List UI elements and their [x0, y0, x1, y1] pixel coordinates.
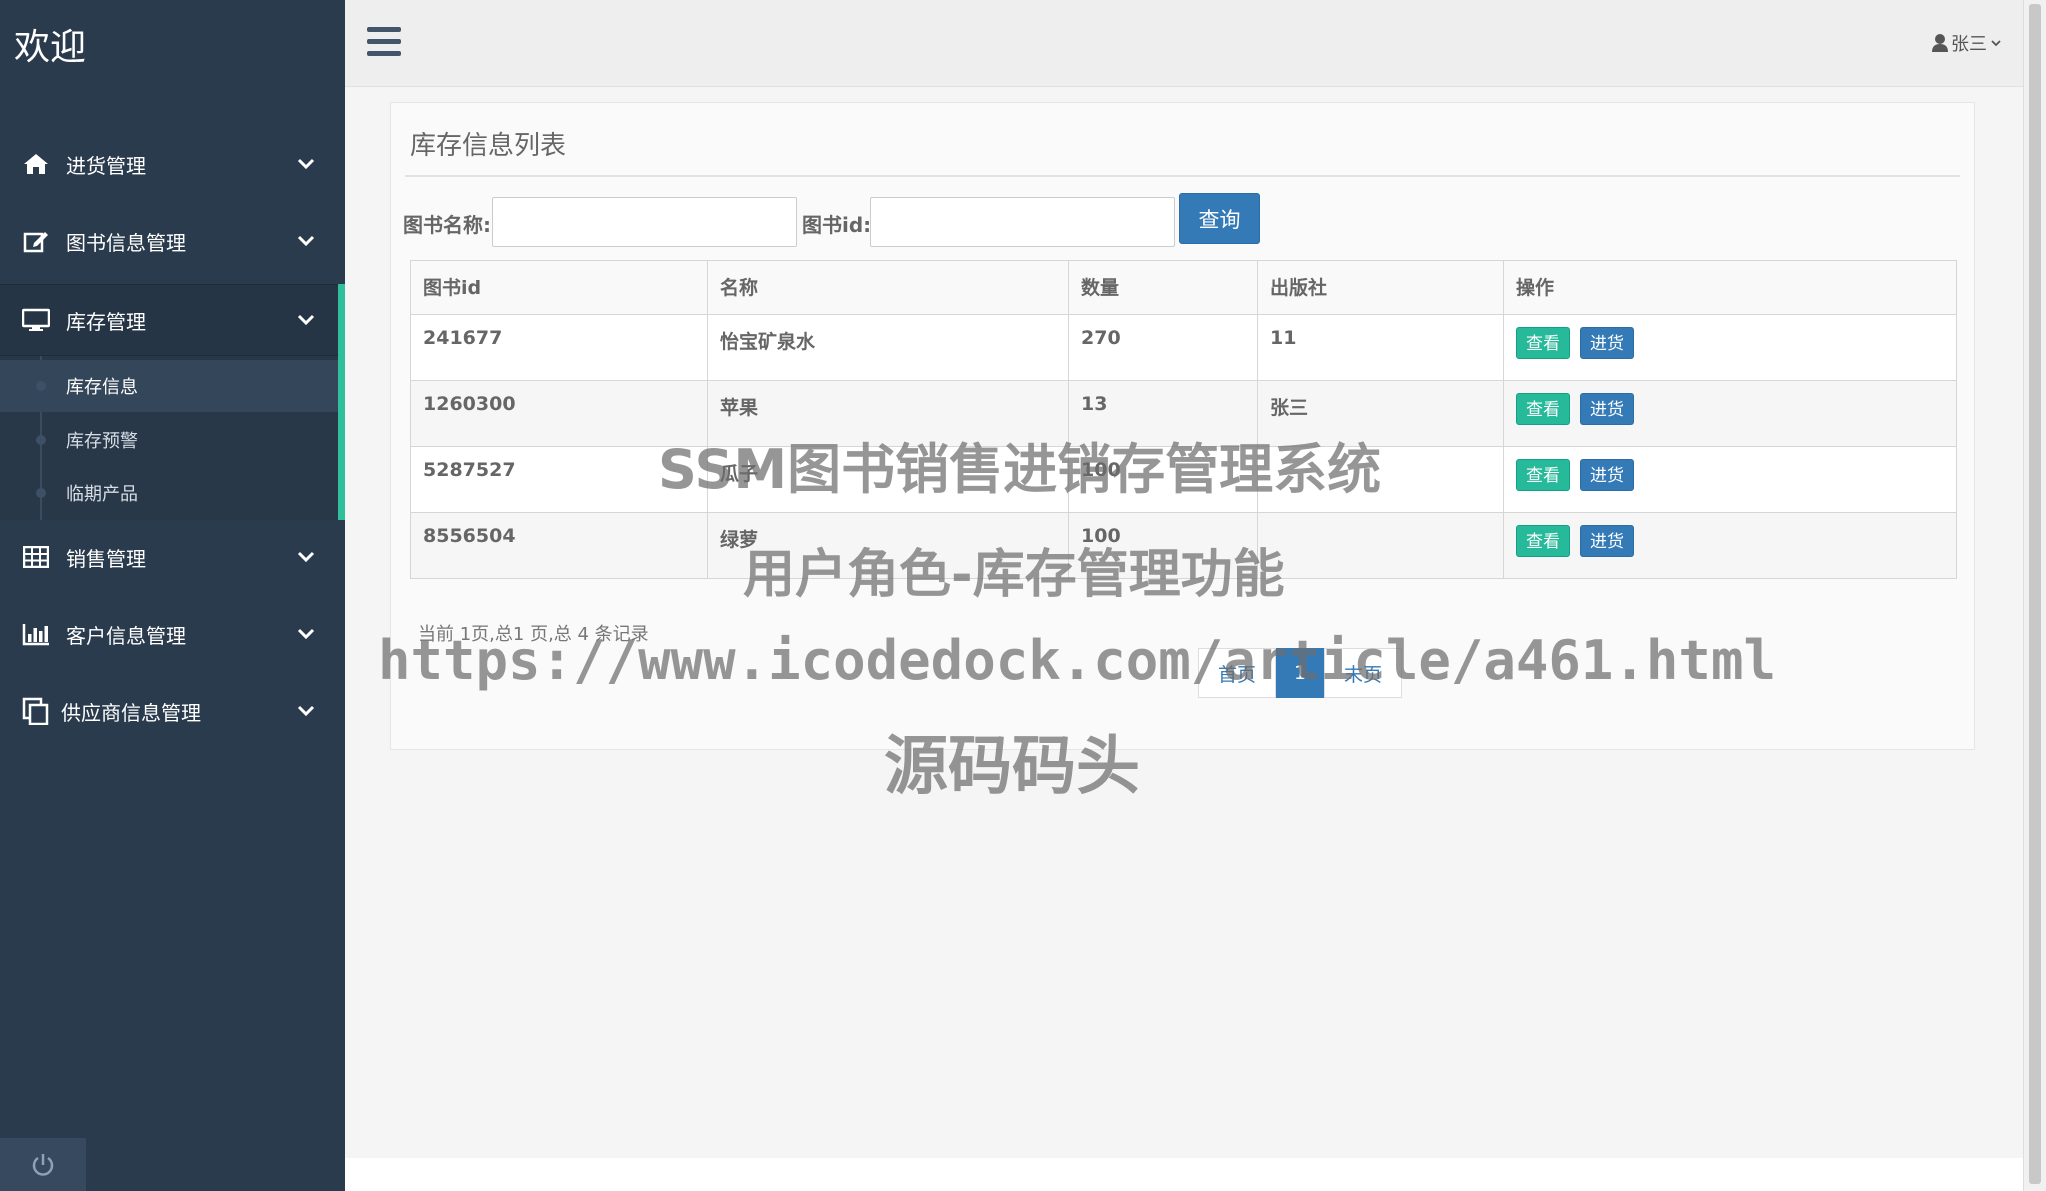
sidebar-item-customer[interactable]: 客户信息管理: [0, 598, 345, 670]
panel-title: 库存信息列表: [410, 131, 567, 161]
cell-book-id: 8556504: [410, 512, 708, 579]
restock-button[interactable]: 进货: [1580, 525, 1634, 557]
power-button[interactable]: [0, 1138, 86, 1191]
sidebar-subitem-expiring-products[interactable]: 临期产品: [0, 467, 338, 519]
bullet-icon: [36, 381, 46, 391]
cell-actions: 查看 进货: [1503, 512, 1957, 579]
cell-quantity: 100: [1068, 512, 1258, 579]
cell-name: 怡宝矿泉水: [707, 314, 1069, 381]
cell-actions: 查看 进货: [1503, 380, 1957, 447]
pagination-info: 当前 1页,总1 页,总 4 条记录: [418, 624, 649, 645]
chevron-down-icon: [1991, 40, 2001, 47]
cell-book-id: 5287527: [410, 446, 708, 513]
inventory-panel: 库存信息列表 图书名称: 图书id: 查询 图书id 名称 数量 出版社 操作 …: [390, 102, 1975, 750]
chevron-down-icon: [297, 314, 315, 326]
restock-button[interactable]: 进货: [1580, 393, 1634, 425]
cell-book-id: 1260300: [410, 380, 708, 447]
cell-name: 绿萝: [707, 512, 1069, 579]
chevron-down-icon: [297, 551, 315, 563]
view-button[interactable]: 查看: [1516, 525, 1570, 557]
chevron-down-icon: [297, 628, 315, 640]
sidebar-item-label: 进货管理: [66, 153, 146, 178]
power-icon: [32, 1153, 54, 1176]
view-button[interactable]: 查看: [1516, 327, 1570, 359]
sidebar-subitem-inventory-info[interactable]: 库存信息: [0, 360, 338, 412]
footer-area: [345, 1158, 2023, 1191]
book-id-input[interactable]: [870, 197, 1175, 247]
active-indicator: [338, 284, 345, 520]
sidebar-subitem-label: 临期产品: [66, 484, 138, 505]
book-id-label: 图书id:: [802, 213, 872, 237]
chevron-down-icon: [297, 705, 315, 717]
table-header-row: 图书id 名称 数量 出版社 操作: [410, 260, 1957, 315]
cell-publisher: [1257, 512, 1504, 579]
restock-button[interactable]: 进货: [1580, 459, 1634, 491]
book-name-input[interactable]: [492, 197, 797, 247]
cell-quantity: 100: [1068, 446, 1258, 513]
edit-icon: [22, 227, 50, 255]
sidebar: 欢迎 进货管理 图书信息管理 库存管理 库存信息 库存预警 临期产品 销售管理 …: [0, 0, 345, 1191]
first-page-button[interactable]: 首页: [1198, 648, 1276, 698]
page-button-current[interactable]: 1: [1276, 648, 1324, 698]
cell-name: 瓜子: [707, 446, 1069, 513]
column-header: 名称: [707, 260, 1069, 315]
table-icon: [22, 543, 50, 571]
table-row: 241677 怡宝矿泉水 270 11 查看 进货: [410, 314, 1957, 381]
sidebar-item-purchase[interactable]: 进货管理: [0, 128, 345, 200]
top-bar: 张三: [345, 0, 2023, 87]
column-header: 出版社: [1257, 260, 1504, 315]
desktop-icon: [22, 306, 50, 334]
sidebar-item-label: 客户信息管理: [66, 623, 186, 648]
table-row: 5287527 瓜子 100 查看 进货: [410, 446, 1957, 513]
copy-icon: [22, 697, 50, 725]
cell-publisher: 张三: [1257, 380, 1504, 447]
sidebar-subitem-inventory-warning[interactable]: 库存预警: [0, 414, 338, 466]
cell-actions: 查看 进货: [1503, 446, 1957, 513]
brand-title: 欢迎: [14, 27, 87, 68]
sidebar-item-inventory[interactable]: 库存管理: [0, 284, 345, 356]
cell-actions: 查看 进货: [1503, 314, 1957, 381]
sidebar-item-sales[interactable]: 销售管理: [0, 521, 345, 593]
sidebar-item-book-info[interactable]: 图书信息管理: [0, 205, 345, 277]
column-header: 图书id: [410, 260, 708, 315]
user-name: 张三: [1951, 34, 1987, 55]
query-button[interactable]: 查询: [1179, 193, 1260, 244]
sidebar-item-supplier[interactable]: 供应商信息管理: [0, 675, 345, 747]
pagination: 首页 1 末页: [1198, 648, 1402, 698]
sidebar-item-label: 供应商信息管理: [61, 700, 201, 725]
restock-button[interactable]: 进货: [1580, 327, 1634, 359]
table-row: 8556504 绿萝 100 查看 进货: [410, 512, 1957, 579]
cell-quantity: 13: [1068, 380, 1258, 447]
chevron-down-icon: [297, 158, 315, 170]
last-page-button[interactable]: 末页: [1324, 648, 1402, 698]
scrollbar-thumb[interactable]: [2029, 4, 2041, 1184]
view-button[interactable]: 查看: [1516, 393, 1570, 425]
cell-publisher: [1257, 446, 1504, 513]
column-header: 操作: [1503, 260, 1957, 315]
divider: [405, 175, 1960, 177]
bullet-icon: [36, 488, 46, 498]
sidebar-item-label: 销售管理: [66, 546, 146, 571]
scrollbar[interactable]: [2023, 0, 2046, 1191]
home-icon: [22, 150, 50, 178]
cell-quantity: 270: [1068, 314, 1258, 381]
chevron-down-icon: [297, 235, 315, 247]
menu-toggle-icon[interactable]: [367, 27, 401, 57]
view-button[interactable]: 查看: [1516, 459, 1570, 491]
table-row: 1260300 苹果 13 张三 查看 进货: [410, 380, 1957, 447]
cell-book-id: 241677: [410, 314, 708, 381]
column-header: 数量: [1068, 260, 1258, 315]
user-icon: [1932, 34, 1948, 52]
book-name-label: 图书名称:: [403, 213, 491, 237]
bar-chart-icon: [22, 620, 50, 648]
bullet-icon: [36, 435, 46, 445]
sidebar-subitem-label: 库存预警: [66, 431, 138, 452]
sidebar-item-label: 库存管理: [66, 309, 146, 334]
sidebar-item-label: 图书信息管理: [66, 230, 186, 255]
inventory-table: 图书id 名称 数量 出版社 操作 241677 怡宝矿泉水 270 11 查看…: [410, 260, 1957, 579]
cell-name: 苹果: [707, 380, 1069, 447]
user-menu[interactable]: 张三: [1931, 30, 2003, 56]
cell-publisher: 11: [1257, 314, 1504, 381]
sidebar-subitem-label: 库存信息: [66, 377, 138, 398]
